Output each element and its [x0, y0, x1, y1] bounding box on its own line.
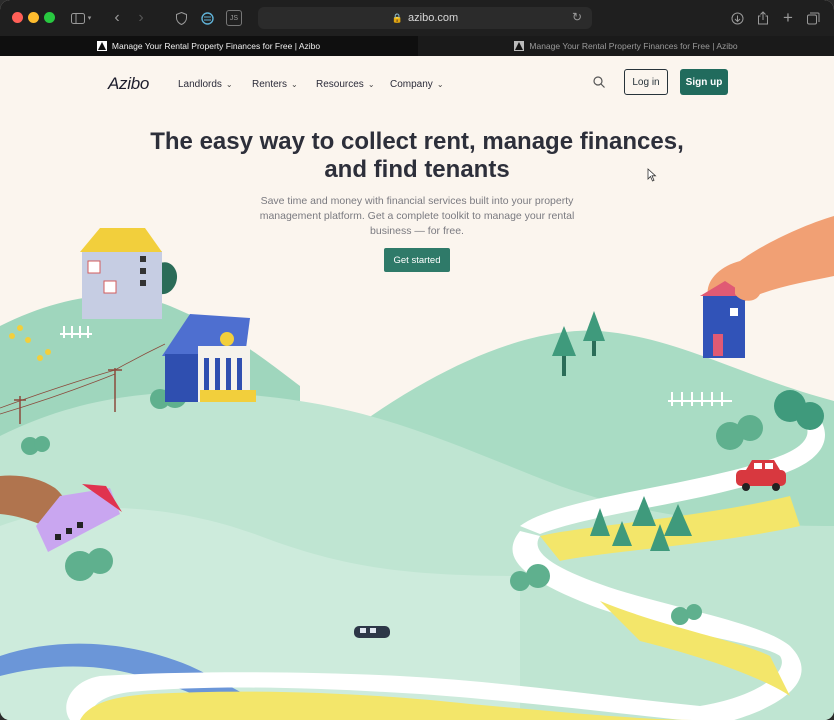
azibo-logo[interactable]: Azibo	[108, 74, 149, 94]
url-text: azibo.com	[408, 12, 459, 24]
hero-subtext: Save time and money with financial servi…	[259, 195, 575, 237]
back-icon[interactable]: ‹	[110, 9, 124, 27]
menu-label: Resources	[316, 79, 364, 90]
hand-right	[700, 216, 834, 358]
share-icon[interactable]	[756, 9, 770, 27]
menu-label: Landlords	[178, 79, 222, 90]
downloads-icon[interactable]	[730, 9, 744, 27]
menu-landlords[interactable]: Landlords ⌄	[178, 79, 233, 90]
close-window-button[interactable]	[12, 12, 23, 23]
tab-overview-icon[interactable]	[806, 9, 820, 27]
browser-toolbar: ▾ ‹ › JS 🔒 azibo.com ↻ +	[0, 0, 834, 36]
azibo-favicon-icon	[514, 41, 525, 51]
hero-headline: The easy way to collect rent, manage fin…	[150, 128, 684, 183]
minimize-window-button[interactable]	[28, 12, 39, 23]
chevron-down-icon: ⌄	[291, 80, 298, 89]
js-extension-icon[interactable]: JS	[226, 10, 242, 26]
sidebar-toggle-icon[interactable]: ▾	[68, 9, 94, 27]
mouse-cursor-icon	[647, 168, 657, 182]
dark-car	[354, 626, 390, 638]
tab-title: Manage Your Rental Property Finances for…	[111, 41, 321, 51]
menu-company[interactable]: Company ⌄	[390, 79, 444, 90]
menu-resources[interactable]: Resources ⌄	[316, 79, 375, 90]
reload-icon[interactable]: ↻	[572, 10, 582, 24]
tab-active[interactable]: Manage Your Rental Property Finances for…	[0, 36, 417, 56]
chevron-down-icon: ⌄	[367, 80, 375, 89]
browser-window: ▾ ‹ › JS 🔒 azibo.com ↻ + Manage Your Ren…	[0, 0, 834, 720]
search-icon[interactable]	[593, 76, 605, 88]
tab-strip: Manage Your Rental Property Finances for…	[0, 36, 834, 56]
lock-icon: 🔒	[391, 12, 404, 23]
tab-title: Manage Your Rental Property Finances for…	[529, 41, 738, 51]
chevron-down-icon: ⌄	[225, 80, 233, 89]
zoom-window-button[interactable]	[44, 12, 55, 23]
menu-label: Renters	[252, 79, 288, 90]
house-gray	[80, 228, 162, 319]
login-button[interactable]: Log in	[624, 69, 668, 95]
get-started-button[interactable]: Get started	[384, 248, 450, 272]
menu-renters[interactable]: Renters ⌄	[252, 79, 298, 90]
forward-icon[interactable]: ›	[134, 9, 148, 27]
extension-icon[interactable]	[200, 9, 214, 27]
privacy-shield-icon[interactable]	[174, 9, 188, 27]
site-navbar: Azibo Landlords ⌄ Renters ⌄ Resources ⌄ …	[0, 56, 834, 110]
chevron-down-icon: ⌄	[436, 80, 444, 89]
tab-inactive[interactable]: Manage Your Rental Property Finances for…	[418, 36, 834, 56]
menu-label: Company	[390, 79, 433, 90]
azibo-favicon-icon	[96, 41, 107, 51]
signup-button[interactable]: Sign up	[680, 69, 728, 95]
address-bar[interactable]: 🔒 azibo.com ↻	[258, 7, 592, 29]
new-tab-icon[interactable]: +	[781, 8, 795, 27]
